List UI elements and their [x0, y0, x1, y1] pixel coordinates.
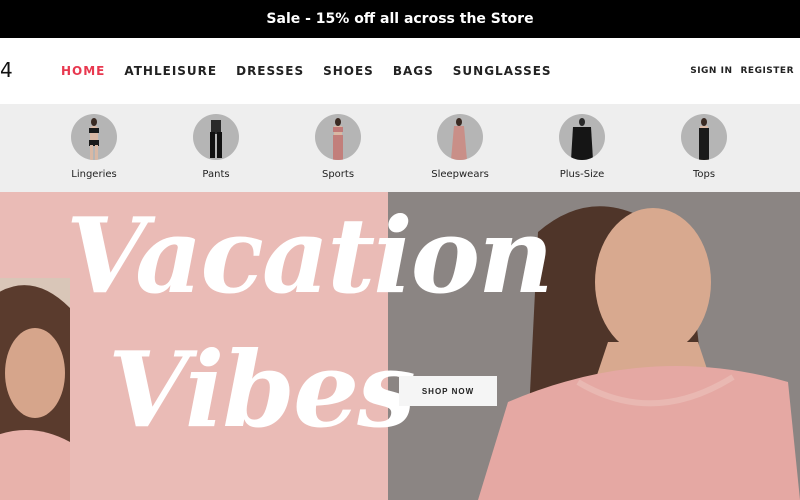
announcement-bar: Sale - 15% off all across the Store	[0, 0, 800, 38]
category-sleepwears[interactable]: Sleepwears	[415, 114, 505, 180]
shop-now-button[interactable]: SHOP NOW	[399, 376, 497, 406]
logo[interactable]: 4	[0, 58, 13, 82]
category-label: Lingeries	[71, 169, 117, 180]
hero-headline-line2: Vibes	[108, 328, 416, 451]
hero-headline-line1: Vacation	[66, 194, 554, 317]
category-sleepwears-image	[437, 114, 483, 160]
nav-bags[interactable]: BAGS	[393, 64, 434, 78]
category-label: Sports	[321, 169, 355, 180]
hero-banner: Vacation Vibes SHOP NOW	[0, 192, 800, 500]
announcement-text: Sale - 15% off all across the Store	[266, 11, 534, 27]
category-pants[interactable]: Pants	[171, 114, 261, 180]
nav-shoes[interactable]: SHOES	[323, 64, 374, 78]
category-sports-image	[315, 114, 361, 160]
category-lingeries-image	[71, 114, 117, 160]
category-label: Pants	[202, 169, 230, 180]
nav-athleisure[interactable]: ATHLEISURE	[124, 64, 217, 78]
category-tops-image	[681, 114, 727, 160]
nav-home[interactable]: HOME	[61, 64, 105, 78]
category-plus-size[interactable]: Plus-Size	[537, 114, 627, 180]
category-tops[interactable]: Tops	[659, 114, 749, 180]
nav-sunglasses[interactable]: SUNGLASSES	[453, 64, 552, 78]
category-pants-image	[193, 114, 239, 160]
nav-dresses[interactable]: DRESSES	[236, 64, 304, 78]
main-nav: HOME ATHLEISURE DRESSES SHOES BAGS SUNGL…	[61, 38, 571, 104]
category-lingeries[interactable]: Lingeries	[49, 114, 139, 180]
category-label: Sleepwears	[431, 169, 489, 180]
sign-in-link[interactable]: SIGN IN	[690, 66, 732, 76]
hero-inset-photo	[0, 278, 70, 500]
category-sports[interactable]: Sports	[293, 114, 383, 180]
category-label: Plus-Size	[559, 169, 605, 180]
account-links: SIGN IN REGISTER	[682, 38, 794, 104]
category-plus-size-image	[559, 114, 605, 160]
category-label: Tops	[692, 169, 716, 180]
register-link[interactable]: REGISTER	[740, 66, 794, 76]
category-strip: Lingeries Pants Sports Sleepwears Plus-S…	[0, 104, 800, 192]
site-header: 4 HOME ATHLEISURE DRESSES SHOES BAGS SUN…	[0, 38, 800, 104]
